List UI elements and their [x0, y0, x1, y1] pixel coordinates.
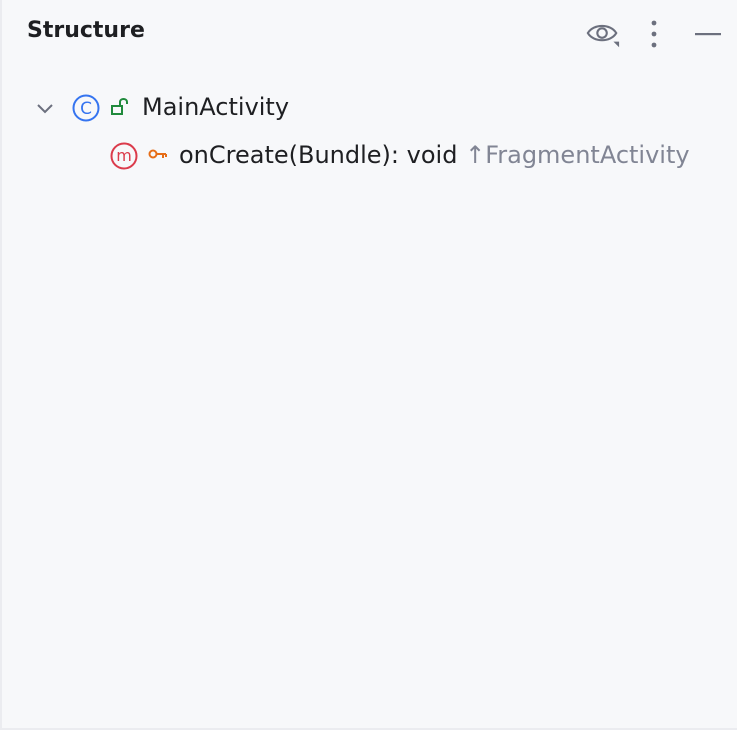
tree-row-method[interactable]: m onCreate(Bundle): void ↑FragmentActivi… [2, 134, 737, 178]
method-kind-letter: m [116, 146, 132, 165]
method-signature: onCreate(Bundle): void [179, 141, 458, 169]
class-kind-letter: C [80, 99, 92, 119]
class-icon: C [72, 94, 100, 122]
panel-header: Structure [2, 0, 737, 70]
show-options-button[interactable] [585, 16, 621, 52]
protected-key-icon [148, 149, 167, 159]
class-name-label: MainActivity [142, 93, 290, 121]
more-options-button[interactable] [636, 16, 672, 52]
minimize-icon [695, 33, 721, 36]
chevron-down-icon[interactable] [32, 98, 58, 120]
hide-panel-button[interactable] [690, 16, 726, 52]
vertical-dots-icon [651, 20, 657, 48]
method-icon: m [110, 142, 138, 170]
public-lock-icon [111, 98, 128, 115]
inherited-from: FragmentActivity [485, 141, 690, 169]
method-signature-row: onCreate(Bundle): void ↑FragmentActivity [179, 141, 690, 169]
panel-title: Structure [27, 18, 145, 43]
structure-panel: Structure C MainActivity m onCreate(Bund… [0, 0, 737, 730]
tree-row-class[interactable]: C MainActivity [2, 86, 737, 130]
inherited-marker: ↑ [465, 141, 486, 169]
eye-icon [586, 24, 620, 48]
